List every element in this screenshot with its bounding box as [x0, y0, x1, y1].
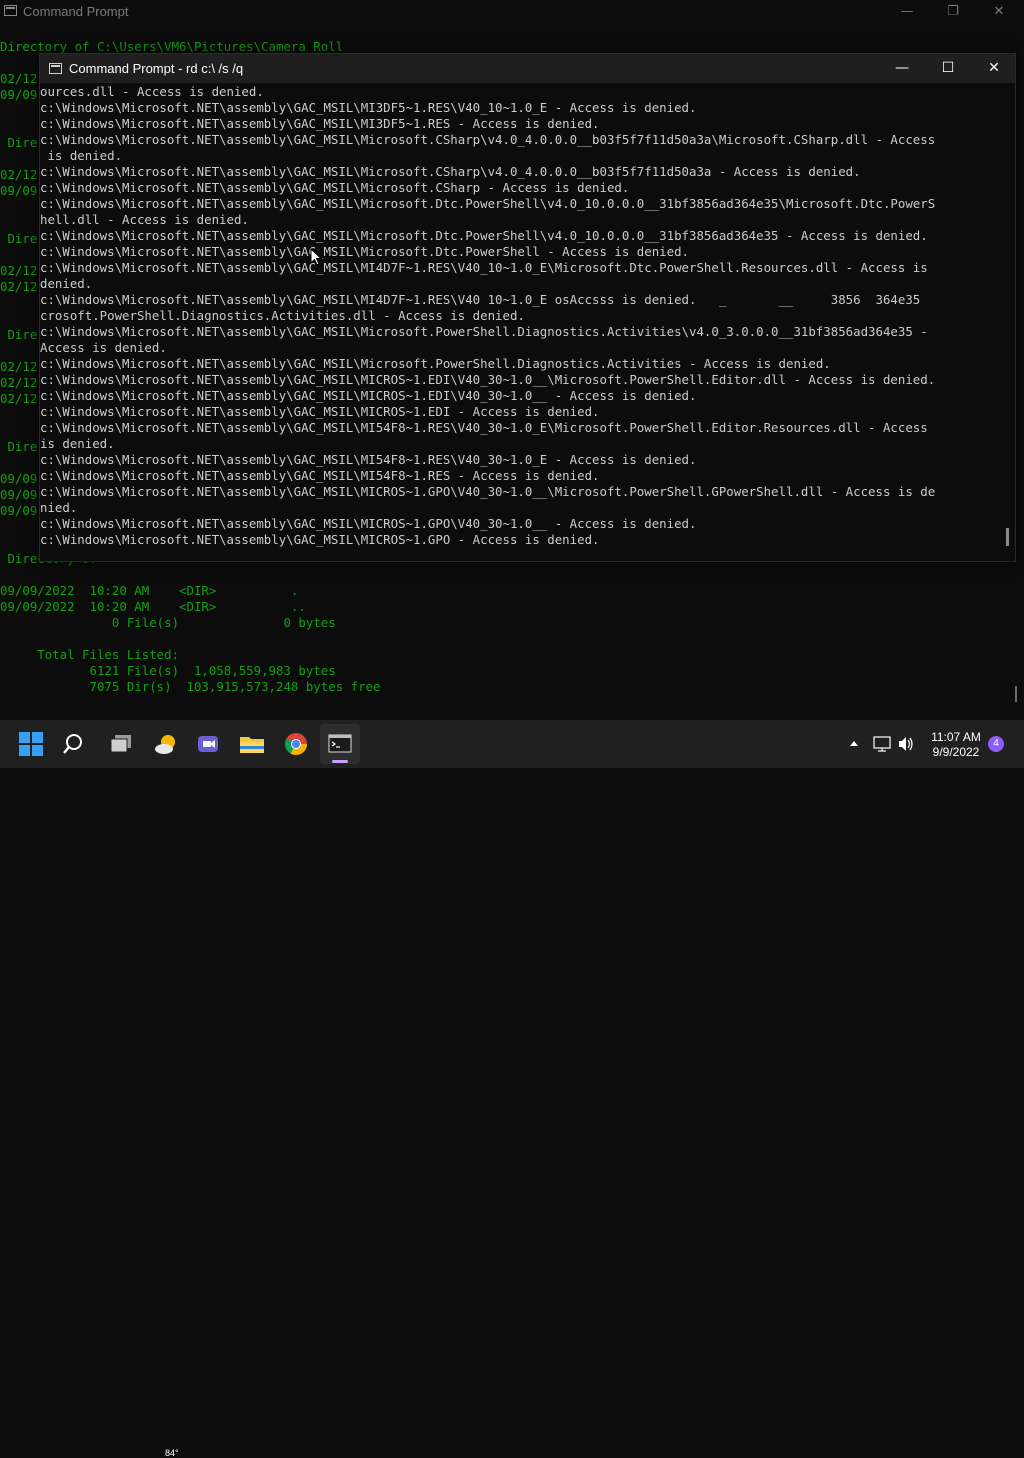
console-line: Total Files Listed: — [0, 647, 180, 662]
console-line: Dire — [0, 439, 38, 454]
console-line: Access is denied. — [40, 340, 167, 355]
terminal-icon — [328, 734, 352, 753]
notification-count-badge[interactable]: 4 — [988, 736, 1004, 752]
console-line: c:\Windows\Microsoft.NET\assembly\GAC_MS… — [40, 452, 697, 467]
taskbar: 84° 11:07 AM 9/9/2022 — [0, 720, 1024, 1458]
console-line: c:\Windows\Microsoft.NET\assembly\GAC_MS… — [40, 132, 936, 147]
console-line: 09/09 — [0, 87, 38, 102]
console-line: 7075 Dir(s) 103,915,573,248 bytes free — [0, 679, 381, 694]
clock-time: 11:07 AM — [931, 730, 981, 744]
search-icon — [63, 734, 82, 754]
console-line: c:\Windows\Microsoft.NET\assembly\GAC_MS… — [40, 516, 697, 531]
weather-icon — [155, 735, 175, 754]
console-line: denied. — [40, 276, 93, 291]
console-line: 02/12 — [0, 359, 38, 374]
console-line: c:\Windows\Microsoft.NET\assembly\GAC_MS… — [40, 164, 861, 179]
network-button[interactable] — [872, 720, 892, 768]
rd-scrollbar-thumb[interactable] — [1006, 528, 1009, 546]
console-line: c:\Windows\Microsoft.NET\assembly\GAC_MS… — [40, 292, 921, 307]
console-line: 6121 File(s) 1,058,559,983 bytes — [0, 663, 336, 678]
command-prompt-button[interactable] — [320, 724, 360, 764]
console-line: 02/12 — [0, 375, 38, 390]
console-line: ources.dll - Access is denied. — [40, 84, 264, 99]
task-view-icon — [110, 735, 131, 753]
console-line: 02/12 — [0, 391, 38, 406]
close-button[interactable]: ✕ — [976, 0, 1022, 23]
console-line: crosoft.PowerShell.Diagnostics.Activitie… — [40, 308, 525, 323]
rd-console-output[interactable]: ources.dll - Access is denied. c:\Windows… — [40, 83, 1000, 561]
console-line: 02/12 — [0, 167, 38, 182]
volume-button[interactable] — [896, 720, 916, 768]
console-line: c:\Windows\Microsoft.NET\assembly\GAC_MS… — [40, 388, 697, 403]
background-window-titlebar[interactable]: Command Prompt — ❐ ✕ — [0, 0, 1024, 23]
weather-widget[interactable] — [146, 724, 186, 764]
rd-command-window[interactable]: Command Prompt - rd c:\ /s /q — ☐ ✕ ourc… — [39, 53, 1016, 562]
console-line: c:\Windows\Microsoft.NET\assembly\GAC_MS… — [40, 180, 630, 195]
show-hidden-icons-button[interactable] — [845, 720, 863, 768]
chevron-up-icon — [850, 741, 858, 746]
background-scrollbar-thumb[interactable] — [1015, 686, 1017, 702]
console-line: c:\Windows\Microsoft.NET\assembly\GAC_MS… — [40, 100, 697, 115]
console-line: 02/12 — [0, 71, 38, 86]
clock-date: 9/9/2022 — [932, 745, 980, 759]
console-line: c:\Windows\Microsoft.NET\assembly\GAC_MS… — [40, 484, 936, 499]
chrome-button[interactable] — [276, 724, 316, 764]
background-window-title: Command Prompt — [23, 4, 129, 19]
file-explorer-button[interactable] — [232, 724, 272, 764]
command-prompt-icon — [4, 5, 17, 16]
maximize-button[interactable]: ☐ — [925, 54, 971, 83]
volume-icon — [899, 737, 913, 751]
start-button[interactable] — [11, 724, 51, 764]
console-line: c:\Windows\Microsoft.NET\assembly\GAC_MS… — [40, 324, 928, 339]
console-line: 09/09/2022 10:20 AM <DIR> .. — [0, 599, 306, 614]
console-line: c:\Windows\Microsoft.NET\assembly\GAC_MS… — [40, 228, 928, 243]
network-icon — [873, 736, 891, 752]
rd-window-titlebar[interactable]: Command Prompt - rd c:\ /s /q — ☐ ✕ — [40, 54, 1015, 83]
search-button[interactable] — [56, 724, 96, 764]
console-line: c:\Windows\Microsoft.NET\assembly\GAC_MS… — [40, 404, 600, 419]
teams-chat-button[interactable] — [188, 724, 228, 764]
console-line: 09/09 — [0, 503, 38, 518]
console-line: c:\Windows\Microsoft.NET\assembly\GAC_MS… — [40, 260, 928, 275]
console-line: c:\Windows\Microsoft.NET\assembly\GAC_MS… — [40, 196, 936, 211]
command-prompt-icon — [49, 63, 62, 74]
windows-logo-icon — [19, 732, 43, 756]
console-line: nied. — [40, 500, 78, 515]
folder-icon — [240, 737, 264, 753]
minimize-button[interactable]: — — [884, 0, 930, 23]
console-line: c:\Windows\Microsoft.NET\assembly\GAC_MS… — [40, 244, 690, 259]
console-line: Dire — [0, 327, 38, 342]
active-app-indicator — [332, 760, 348, 763]
console-line: is denied. — [40, 148, 123, 163]
console-line: 09/09/2022 10:20 AM <DIR> . — [0, 583, 299, 598]
video-chat-icon — [198, 736, 218, 752]
minimize-button[interactable]: — — [879, 54, 925, 83]
rd-window-title: Command Prompt - rd c:\ /s /q — [69, 61, 244, 76]
console-line: c:\Windows\Microsoft.NET\assembly\GAC_MS… — [40, 420, 928, 435]
task-view-button[interactable] — [101, 724, 141, 764]
clock-button[interactable]: 11:07 AM 9/9/2022 — [918, 730, 994, 760]
console-line: Dire — [0, 231, 38, 246]
console-line: 02/12 — [0, 279, 38, 294]
console-line: 09/09 — [0, 487, 38, 502]
console-line: hell.dll - Access is denied. — [40, 212, 249, 227]
console-line: is denied. — [40, 436, 115, 451]
console-line: 02/12 — [0, 263, 38, 278]
console-line: c:\Windows\Microsoft.NET\assembly\GAC_MS… — [40, 116, 600, 131]
console-line: 09/09 — [0, 183, 38, 198]
restore-button[interactable]: ❐ — [930, 0, 976, 23]
console-line: c:\Windows\Microsoft.NET\assembly\GAC_MS… — [40, 468, 600, 483]
console-line: 09/09 — [0, 471, 38, 486]
close-button[interactable]: ✕ — [971, 54, 1017, 83]
chrome-icon — [285, 733, 307, 755]
console-line: 0 File(s) 0 bytes — [0, 615, 336, 630]
weather-temperature: 84° — [165, 1448, 179, 1458]
console-line: Dire — [0, 135, 38, 150]
console-line: c:\Windows\Microsoft.NET\assembly\GAC_MS… — [40, 532, 600, 547]
console-line: c:\Windows\Microsoft.NET\assembly\GAC_MS… — [40, 356, 831, 371]
console-line: c:\Windows\Microsoft.NET\assembly\GAC_MS… — [40, 372, 936, 387]
